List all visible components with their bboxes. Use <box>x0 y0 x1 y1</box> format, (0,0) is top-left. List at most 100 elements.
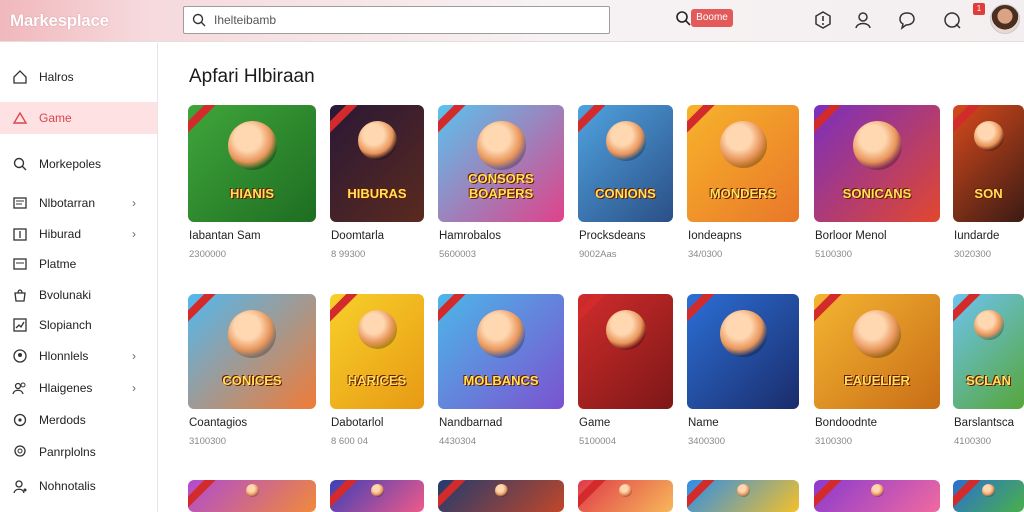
game-price: 5100300 <box>815 249 852 260</box>
character-art <box>358 310 397 349</box>
game-thumbnail[interactable] <box>330 480 424 512</box>
search-bar[interactable]: Ihelteibamb <box>183 6 610 34</box>
game-thumbnail[interactable] <box>814 480 940 512</box>
game-thumbnail[interactable]: EAUELIER <box>814 294 940 409</box>
sidebar-item[interactable]: Panrplolns <box>0 436 157 468</box>
game-price: 4100300 <box>954 436 991 447</box>
box-icon <box>13 258 27 270</box>
sidebar-item-label: Halros <box>39 70 74 84</box>
game-name[interactable]: Coantagios <box>189 417 247 429</box>
game-thumbnail[interactable]: HIANIS <box>188 105 316 222</box>
chevron-right-icon: › <box>132 196 136 210</box>
game-thumbnail[interactable]: MONDERS <box>687 105 799 222</box>
game-name[interactable]: Nandbarnad <box>439 417 502 429</box>
location-icon <box>14 445 26 457</box>
game-name[interactable]: Dabotarlol <box>331 417 383 429</box>
ribbon-badge <box>814 105 844 137</box>
character-art <box>720 310 767 357</box>
game-price: 2300000 <box>189 249 226 260</box>
sidebar-item-label: Hlaigenes <box>39 381 93 395</box>
ribbon-badge <box>330 480 360 512</box>
sidebar-item[interactable]: Nlbotarran › <box>0 187 157 219</box>
game-thumbnail[interactable]: SCLAN <box>953 294 1024 409</box>
game-thumbnail[interactable] <box>578 294 673 409</box>
alert-icon[interactable] <box>813 10 833 30</box>
game-name[interactable]: Iondeapns <box>688 230 742 242</box>
sidebar-item[interactable]: Halros <box>0 61 157 93</box>
sidebar-item[interactable]: Slopianch <box>0 309 157 341</box>
game-thumbnail[interactable]: HARICES <box>330 294 424 409</box>
chat-icon[interactable] <box>897 10 917 30</box>
character-art <box>619 484 632 497</box>
avatar[interactable] <box>990 4 1020 34</box>
game-art-title: CONIONS <box>595 185 656 201</box>
game-thumbnail[interactable] <box>687 480 799 512</box>
message-icon[interactable] <box>942 10 962 30</box>
sidebar-item[interactable]: Nohnotalis <box>0 470 157 502</box>
game-name[interactable]: Iabantan Sam <box>189 230 261 242</box>
game-name[interactable]: Borloor Menol <box>815 230 887 242</box>
ribbon-badge <box>687 105 717 137</box>
ribbon-badge <box>814 294 844 326</box>
game-price: 3100300 <box>815 436 852 447</box>
sidebar-item[interactable]: Morkepoles <box>0 148 157 180</box>
game-price: 3020300 <box>954 249 991 260</box>
game-price: 3400300 <box>688 436 725 447</box>
ribbon-badge <box>953 480 983 512</box>
search-icon <box>13 157 27 171</box>
game-thumbnail[interactable]: CONICES <box>188 294 316 409</box>
character-art <box>246 484 259 497</box>
sidebar-item[interactable]: Game <box>0 102 157 134</box>
sidebar-item[interactable]: Platme <box>0 248 157 280</box>
game-name[interactable]: Bondoodnte <box>815 417 877 429</box>
sidebar-item-label: Bvolunaki <box>39 288 92 302</box>
game-art-title: SCLAN <box>966 373 1011 389</box>
ribbon-badge <box>687 480 717 512</box>
sidebar-item[interactable]: Hlaigenes › <box>0 372 157 404</box>
game-thumbnail[interactable] <box>438 480 564 512</box>
game-thumbnail[interactable] <box>953 480 1024 512</box>
promo-badge[interactable]: Boome <box>691 9 733 27</box>
brand-logo[interactable]: Markesplace <box>10 11 109 31</box>
bag-icon <box>14 289 26 302</box>
game-thumbnail[interactable] <box>578 480 673 512</box>
game-name[interactable]: Game <box>579 417 610 429</box>
sidebar-item[interactable]: Merdods <box>0 404 157 436</box>
game-art-title: EAUELIER <box>844 373 910 389</box>
game-name[interactable]: Iundarde <box>954 230 999 242</box>
game-thumbnail[interactable]: HIBURAS <box>330 105 424 222</box>
game-name[interactable]: Procksdeans <box>579 230 645 242</box>
ribbon-badge <box>188 294 218 326</box>
game-thumbnail[interactable]: SONICANS <box>814 105 940 222</box>
sidebar-item-label: Merdods <box>39 413 86 427</box>
search-placeholder: Ihelteibamb <box>214 13 277 27</box>
game-thumbnail[interactable]: SON <box>953 105 1024 222</box>
sidebar-item-label: Panrplolns <box>39 445 96 459</box>
search-icon <box>192 13 206 27</box>
character-art <box>228 121 277 170</box>
search-icon[interactable] <box>675 10 691 26</box>
game-thumbnail[interactable] <box>188 480 316 512</box>
sidebar-item[interactable]: Hiburad › <box>0 218 157 250</box>
game-name[interactable]: Hamrobalos <box>439 230 501 242</box>
sidebar-item-label: Game <box>39 111 72 125</box>
chevron-right-icon: › <box>132 349 136 363</box>
character-art <box>974 310 1004 340</box>
game-thumbnail[interactable]: CONIONS <box>578 105 673 222</box>
user-icon[interactable] <box>853 10 873 30</box>
sidebar-item[interactable]: Hlonnlels › <box>0 340 157 372</box>
sidebar-item[interactable]: Bvolunaki <box>0 279 157 311</box>
game-name[interactable]: Doomtarla <box>331 230 384 242</box>
game-thumbnail[interactable]: MOLBANCS <box>438 294 564 409</box>
character-art <box>982 484 995 497</box>
game-name[interactable]: Name <box>688 417 719 429</box>
game-thumbnail[interactable]: CONSORS BOAPERS <box>438 105 564 222</box>
character-art <box>853 121 902 170</box>
character-art <box>477 310 525 358</box>
game-thumbnail[interactable] <box>687 294 799 409</box>
game-art-title: SONICANS <box>842 185 912 201</box>
character-art <box>974 121 1004 151</box>
game-name[interactable]: Barslantsca <box>954 417 1014 429</box>
card-icon <box>13 197 27 209</box>
notification-badge: 1 <box>973 3 985 15</box>
